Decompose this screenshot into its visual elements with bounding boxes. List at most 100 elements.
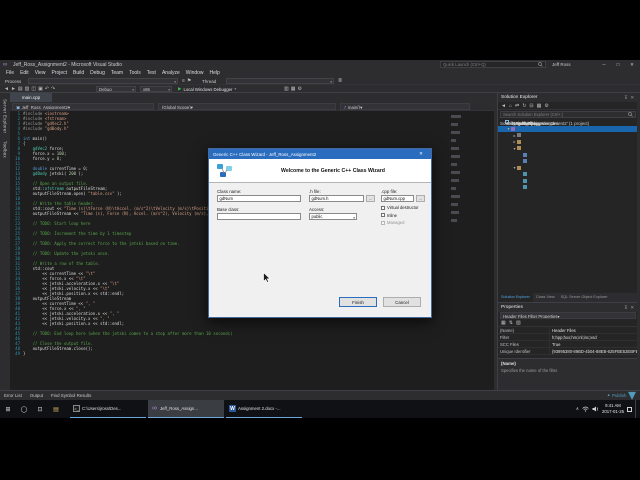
stack-frame-icon[interactable]: ≣: [338, 77, 342, 85]
cpp-file-input[interactable]: gdNum.cpp: [381, 195, 414, 202]
close-icon[interactable]: ✕: [630, 95, 634, 101]
property-row-scc-files[interactable]: SCC Files True: [498, 341, 637, 348]
publish-button[interactable]: ▲ Publish ▾: [607, 387, 636, 400]
network-icon[interactable]: [582, 406, 589, 412]
property-pages-icon[interactable]: ▧: [516, 319, 521, 327]
pin-icon[interactable]: ⊼: [624, 95, 627, 101]
action-center-icon[interactable]: [627, 406, 632, 412]
checkbox-box[interactable]: [381, 213, 385, 218]
panel-tab-solution-explorer[interactable]: Solution Explorer: [498, 293, 533, 302]
checkbox-box[interactable]: [381, 205, 385, 210]
properties-object-dropdown[interactable]: Header Files Filter Properties▾: [500, 312, 636, 319]
panel-tab-class-view[interactable]: Class View: [533, 293, 558, 302]
menu-analyze[interactable]: Analyze: [159, 69, 183, 77]
properties-icon[interactable]: ⚙: [544, 102, 548, 110]
show-threads-icon[interactable]: ≡: [182, 77, 185, 85]
menu-view[interactable]: View: [32, 69, 49, 77]
close-button[interactable]: ✕: [625, 60, 639, 69]
save-icon[interactable]: ◫: [31, 85, 36, 93]
quick-launch-input[interactable]: Quick Launch (Ctrl+Q): [440, 61, 546, 68]
access-select[interactable]: public ▾: [309, 213, 357, 220]
minimize-button[interactable]: ─: [597, 60, 611, 69]
back-icon[interactable]: ◄: [501, 102, 506, 110]
collapse-all-icon[interactable]: ⊟: [529, 102, 533, 110]
property-row-filter[interactable]: Filter h;hpp;hxx;hm;inl;inc;xsd: [498, 334, 637, 341]
categorized-icon[interactable]: ▦: [501, 319, 506, 327]
h-file-browse-button[interactable]: ...: [366, 195, 375, 202]
checkbox-inline[interactable]: Inline: [381, 213, 419, 218]
base-class-input[interactable]: [217, 213, 301, 220]
menu-window[interactable]: Window: [183, 69, 207, 77]
dialog-title-bar[interactable]: Generic C++ Class Wizard - Jeff_Ross_Ass…: [209, 149, 431, 159]
bottom-tab-output[interactable]: Output: [26, 391, 47, 401]
property-row-name[interactable]: (Name) Header Files: [498, 327, 637, 334]
alphabetical-icon[interactable]: ⇅: [509, 319, 513, 327]
menu-file[interactable]: File: [3, 69, 17, 77]
volume-icon[interactable]: [592, 406, 599, 412]
signed-in-user[interactable]: Jeff Ross: [552, 62, 571, 67]
bottom-tab-find-symbol-results[interactable]: Find Symbol Results: [47, 391, 95, 401]
find-in-files-icon[interactable]: ▥: [284, 85, 289, 93]
home-icon[interactable]: ⌂: [509, 102, 512, 110]
menu-test[interactable]: Test: [144, 69, 159, 77]
show-all-files-icon[interactable]: ▦: [537, 102, 542, 110]
checkbox-virtual-destructor[interactable]: Virtual destructor: [381, 205, 419, 210]
h-file-input[interactable]: gdNum.h: [309, 195, 364, 202]
undo-icon[interactable]: ↶: [45, 85, 49, 93]
nav-scope-dropdown[interactable]: (Global Scope)▾: [158, 103, 336, 110]
nav-member-dropdown[interactable]: ƒ main()▾: [340, 103, 470, 110]
close-icon[interactable]: ✕: [630, 305, 634, 311]
nav-project-dropdown[interactable]: ▣ Jeff_Ross_Assignment2▾: [12, 103, 154, 110]
thread-combo[interactable]: ▾: [226, 78, 334, 84]
open-file-icon[interactable]: ▨: [25, 85, 30, 93]
taskbar-app-jeff-ross-assign[interactable]: ∞ Jeff_Ross_Assign...: [148, 400, 224, 418]
cancel-button[interactable]: Cancel: [383, 297, 421, 307]
property-row-unique-identifier[interactable]: Unique Identifier {93995380-89BD-4b04-88E…: [498, 348, 637, 355]
finish-button[interactable]: Finish: [339, 297, 377, 307]
new-project-icon[interactable]: ▤: [18, 85, 23, 93]
task-view-icon[interactable]: ⊡: [32, 400, 48, 418]
checkbox-box[interactable]: [381, 220, 385, 225]
taskbar-clock[interactable]: 9:41 AM 2017-01-25: [602, 403, 624, 414]
menu-team[interactable]: Team: [108, 69, 126, 77]
start-button[interactable]: ⊞: [0, 400, 16, 418]
pin-icon[interactable]: ⊼: [624, 305, 627, 311]
menu-project[interactable]: Project: [48, 69, 70, 77]
menu-tools[interactable]: Tools: [126, 69, 144, 77]
solution-explorer-search-input[interactable]: Search Solution Explorer (Ctrl+;): [500, 111, 636, 118]
bottom-tab-error-list[interactable]: Error List: [0, 391, 26, 401]
refresh-icon[interactable]: ↻: [522, 102, 526, 110]
side-tab-server-explorer[interactable]: Server Explorer: [3, 99, 8, 133]
search-icon[interactable]: ◯: [16, 400, 32, 418]
tree-item-main-cpp[interactable]: main.cpp: [498, 121, 637, 191]
taskbar-app-c-users-jross-des[interactable]: >_ C:\Users\jross\Des...: [70, 400, 146, 418]
solution-explorer-icon[interactable]: ▦: [291, 85, 296, 93]
menu-edit[interactable]: Edit: [17, 69, 32, 77]
redo-icon[interactable]: ↷: [51, 85, 55, 93]
panel-tab-sql-server-object-explorer[interactable]: SQL Server Object Explorer: [558, 293, 611, 302]
solution-configurations-combo[interactable]: Debug ▾: [96, 86, 136, 92]
tab-main-cpp[interactable]: main.cpp: [10, 93, 52, 102]
menu-debug[interactable]: Debug: [87, 69, 108, 77]
back-icon[interactable]: ◄: [4, 85, 9, 93]
maximize-button[interactable]: □: [611, 60, 625, 69]
properties-window-icon[interactable]: ⚙: [297, 85, 301, 93]
show-desktop-button[interactable]: [635, 400, 638, 418]
process-combo[interactable]: ▾: [28, 78, 178, 84]
side-tab-toolbox[interactable]: Toolbox: [3, 141, 8, 158]
scrollbar-map[interactable]: [450, 115, 464, 365]
solution-platforms-combo[interactable]: x86 ▾: [140, 86, 172, 92]
hidden-icons-chevron[interactable]: ∧: [576, 406, 579, 412]
cpp-file-browse-button[interactable]: ...: [416, 195, 425, 202]
save-all-icon[interactable]: ▣: [38, 85, 43, 93]
start-debugging-button[interactable]: ▶ Local Windows Debugger ▾: [176, 86, 238, 92]
flag-icon[interactable]: ⚑: [187, 77, 191, 85]
checkbox-managed[interactable]: Managed: [381, 220, 419, 225]
class-name-input[interactable]: gdNum: [217, 195, 301, 202]
menu-build[interactable]: Build: [70, 69, 87, 77]
file-explorer-icon[interactable]: ▤: [48, 400, 64, 418]
switch-views-icon[interactable]: ⇄: [515, 102, 519, 110]
dialog-close-button[interactable]: ✕: [415, 151, 427, 157]
menu-help[interactable]: Help: [207, 69, 223, 77]
taskbar-app-assignment-2-docx[interactable]: W Assignment 2.docx -...: [226, 400, 302, 418]
